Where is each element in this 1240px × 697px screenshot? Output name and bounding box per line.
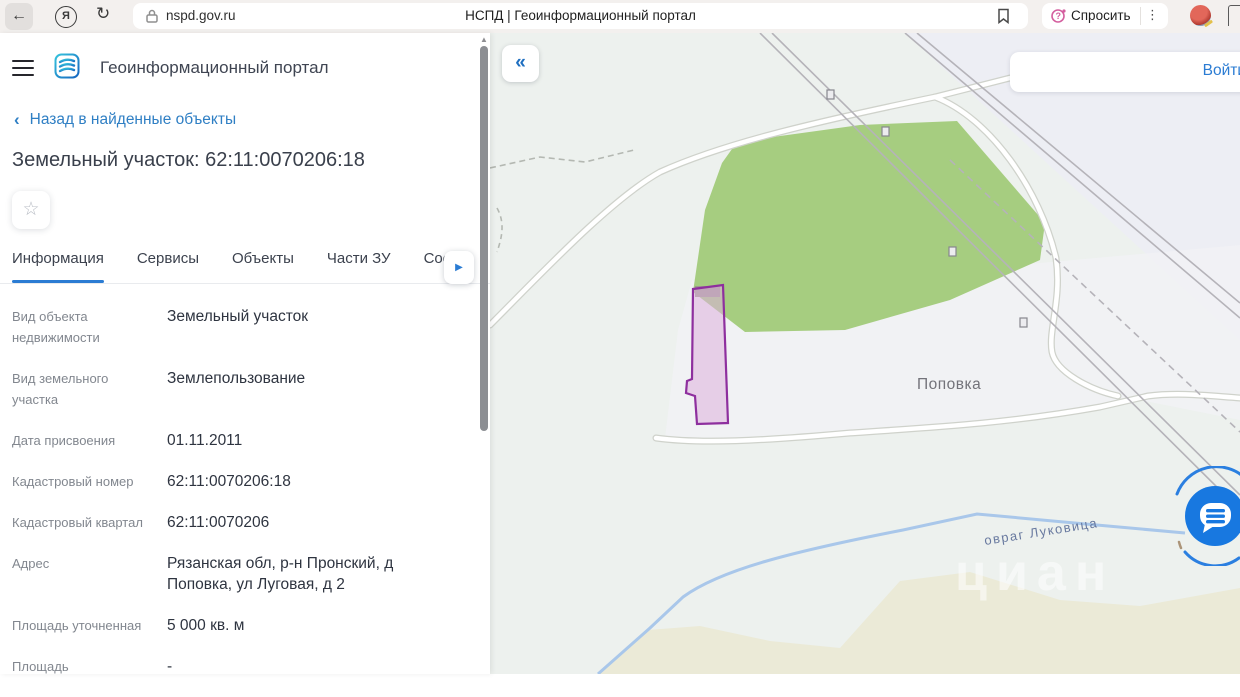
scrollbar-up-arrow[interactable]: ▲ [479,35,489,44]
attribute-row: Вид земельного участка Землепользование [12,368,462,410]
profile-avatar[interactable] [1190,5,1211,26]
attribute-label: Адрес [12,556,50,571]
sidebar-scrollbar[interactable] [480,46,488,431]
attribute-value: 5 000 кв. м [167,617,245,634]
chevron-left-icon: ‹ [14,110,20,129]
attribute-row: Площадь уточненная 5 000 кв. м [12,615,462,636]
attribute-row: Кадастровый квартал 62:11:0070206 [12,512,462,533]
attribute-label: Вид земельного участка [12,371,109,407]
yandex-browser-icon[interactable]: Я [55,6,77,28]
login-button-label: Войти [1202,62,1240,79]
attribute-row: Вид объекта недвижимости Земельный участ… [12,306,462,348]
back-link-label: Назад в найденные объекты [29,111,237,128]
favorite-button[interactable]: ☆ [12,191,50,229]
attribute-value: 62:11:0070206:18 [167,473,291,490]
browser-back-button[interactable]: ← [5,3,33,30]
portal-title: Геоинформационный портал [100,58,329,77]
reload-button[interactable]: ↻ [96,4,110,24]
attribute-value: Рязанская обл, р-н Пронский, д Поповка, … [167,555,394,593]
map-layers: Поповка овраг Луковица циан [490,33,1240,674]
tab-objects[interactable]: Объекты [232,250,294,283]
tab-services[interactable]: Сервисы [137,250,199,283]
svg-text:?: ? [1056,11,1062,21]
object-info-panel: Геоинформационный портал ‹ Назад в найде… [0,33,490,675]
map-canvas[interactable]: Поповка овраг Луковица циан « Войти [490,33,1240,674]
attribute-row: Кадастровый номер 62:11:0070206:18 [12,471,462,492]
login-bar[interactable]: Войти [1010,52,1240,92]
attribute-label: Площадь уточненная [12,618,142,633]
ask-button[interactable]: ? Спросить ⋮ [1042,3,1168,29]
back-to-results-link[interactable]: ‹ Назад в найденные объекты [14,110,236,130]
toolbar-divider [1140,7,1141,25]
attribute-label: Кадастровый номер [12,474,134,489]
attribute-value: Землепользование [167,370,306,387]
ask-button-label: Спросить [1071,8,1131,23]
star-icon: ☆ [22,199,40,220]
browser-menu-icon[interactable]: ⋮ [1146,7,1159,23]
attribute-row: Дата присвоения 01.11.2011 [12,430,462,451]
attribute-row: Адрес Рязанская обл, р-н Пронский, д Поп… [12,553,462,595]
attribute-value: 01.11.2011 [167,432,243,449]
collapse-panel-button[interactable]: « [502,45,539,82]
bookmark-icon[interactable] [997,8,1010,29]
page-title: Земельный участок: 62:11:0070206:18 [12,149,365,171]
attribute-label: Кадастровый квартал [12,515,143,530]
attributes-list: Вид объекта недвижимости Земельный участ… [12,306,462,697]
tab-bar: Информация Сервисы Объекты Части ЗУ Сост… [0,250,490,284]
ask-sparkle-icon: ? [1050,7,1068,30]
tabs-scroll-right-button[interactable]: ▶ [444,251,474,284]
attribute-label: Вид объекта недвижимости [12,309,100,345]
chat-widget-button[interactable] [1167,466,1240,566]
page-tab-title: НСПД | Геоинформационный портал [465,8,696,23]
menu-icon[interactable] [12,59,34,77]
tab-information[interactable]: Информация [12,250,104,283]
clipped-panel-icon[interactable] [1228,5,1240,26]
portal-header: Геоинформационный портал [12,52,329,84]
tab-parcel-parts[interactable]: Части ЗУ [327,250,391,283]
attribute-value: 62:11:0070206 [167,514,270,531]
attribute-label: Дата присвоения [12,433,116,448]
browser-toolbar: ← Я ↻ nspd.gov.ru НСПД | Геоинформационн… [0,0,1240,34]
attribute-value: Земельный участок [167,308,309,325]
address-bar[interactable]: nspd.gov.ru НСПД | Геоинформационный пор… [133,3,1028,29]
portal-logo-icon [54,53,80,84]
watermark: циан [955,544,1115,602]
village-label: Поповка [917,376,981,393]
